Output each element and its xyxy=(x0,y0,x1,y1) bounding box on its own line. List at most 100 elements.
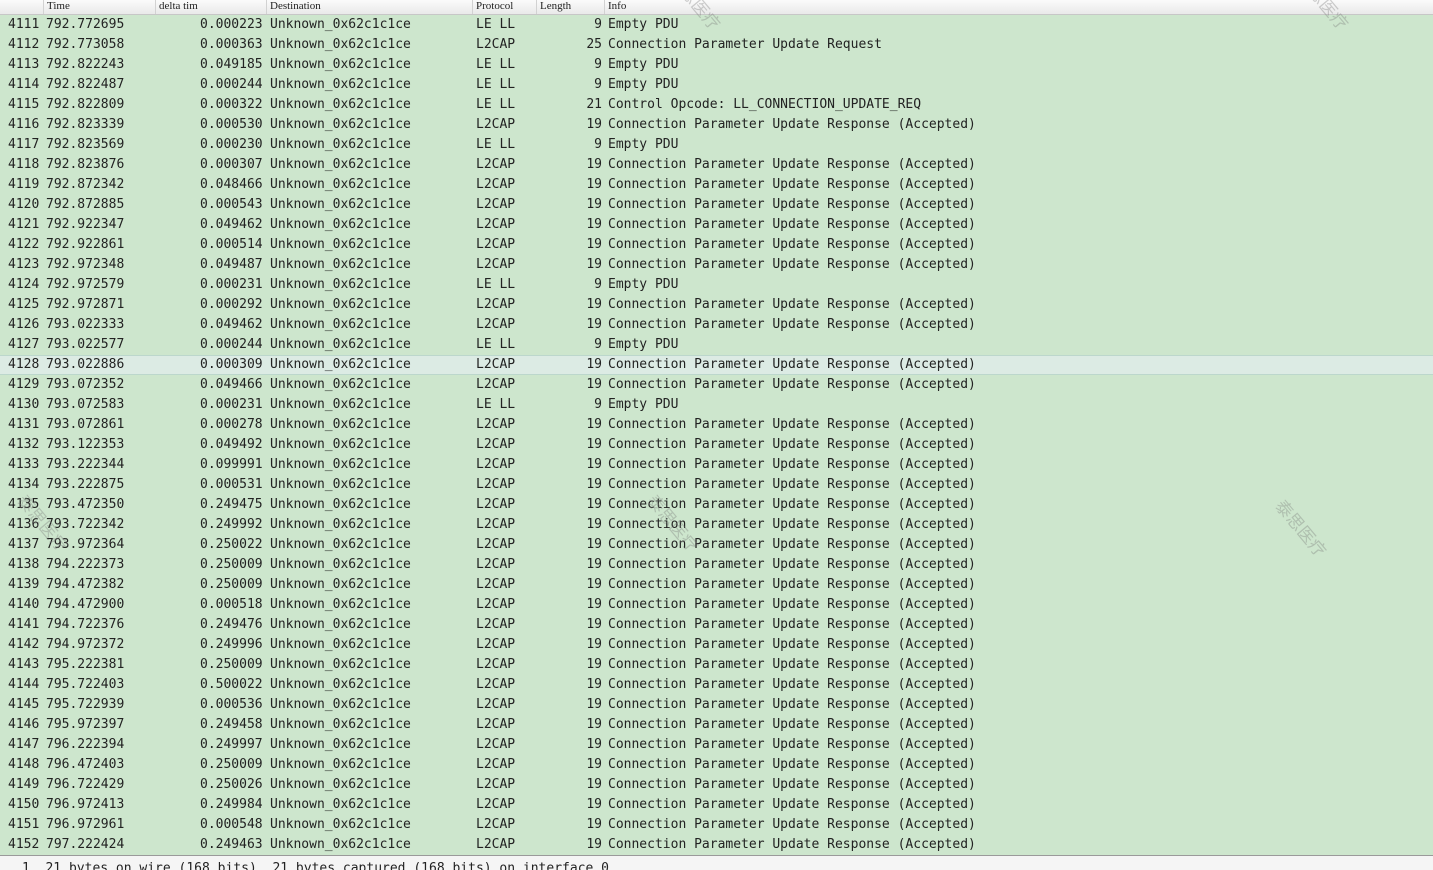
packet-delta-time: 0.249984 xyxy=(200,797,263,812)
column-header-protocol[interactable]: Protocol xyxy=(473,0,537,14)
packet-row[interactable]: 4135 793.472350 0.249475 Unknown_0x62c1c1ce… xyxy=(0,495,1433,515)
packet-row[interactable]: 4147 796.222394 0.249997 Unknown_0x62c1c1ce… xyxy=(0,735,1433,755)
packet-row[interactable]: 4120 792.872885 0.000543 Unknown_0x62c1c1ce… xyxy=(0,195,1433,215)
column-header-length[interactable]: Length xyxy=(537,0,605,14)
column-header-time[interactable]: Time xyxy=(44,0,156,14)
packet-length: 19 xyxy=(586,197,602,212)
column-header-delta-time[interactable]: delta tim xyxy=(156,0,267,14)
packet-row[interactable]: 4138 794.222373 0.250009 Unknown_0x62c1c1ce… xyxy=(0,555,1433,575)
packet-row[interactable]: 4136 793.722342 0.249992 Unknown_0x62c1c1ce… xyxy=(0,515,1433,535)
packet-number: 4140 xyxy=(8,597,40,612)
packet-row[interactable]: 4137 793.972364 0.250022 Unknown_0x62c1c1ce… xyxy=(0,535,1433,555)
packet-time: 793.222875 xyxy=(46,477,125,492)
packet-row[interactable]: 4122 792.922861 0.000514 Unknown_0x62c1c1ce… xyxy=(0,235,1433,255)
column-header-destination[interactable]: Destination xyxy=(267,0,473,14)
packet-delta-time: 0.099991 xyxy=(200,457,263,472)
packet-info: Connection Parameter Update Response (Ac… xyxy=(608,157,976,172)
packet-time: 796.222394 xyxy=(46,737,125,752)
packet-row[interactable]: 4113 792.822243 0.049185 Unknown_0x62c1c1ce… xyxy=(0,55,1433,75)
packet-row[interactable]: 4143 795.222381 0.250009 Unknown_0x62c1c1ce… xyxy=(0,655,1433,675)
packet-number: 4111 xyxy=(8,17,40,32)
packet-row[interactable]: 4140 794.472900 0.000518 Unknown_0x62c1c1ce… xyxy=(0,595,1433,615)
packet-row[interactable]: 4130 793.072583 0.000231 Unknown_0x62c1c1ce… xyxy=(0,395,1433,415)
packet-time: 796.472403 xyxy=(46,757,125,772)
packet-delta-time: 0.000514 xyxy=(200,237,263,252)
packet-length: 19 xyxy=(586,557,602,572)
packet-length: 19 xyxy=(586,697,602,712)
packet-protocol: LE LL xyxy=(476,57,516,72)
packet-row[interactable]: 4148 796.472403 0.250009 Unknown_0x62c1c1ce… xyxy=(0,755,1433,775)
packet-row[interactable]: 4126 793.022333 0.049462 Unknown_0x62c1c1ce… xyxy=(0,315,1433,335)
packet-destination: Unknown_0x62c1c1ce xyxy=(270,437,411,452)
packet-length: 19 xyxy=(586,657,602,672)
packet-row[interactable]: 4144 795.722403 0.500022 Unknown_0x62c1c1ce… xyxy=(0,675,1433,695)
packet-row[interactable]: 4121 792.922347 0.049462 Unknown_0x62c1c1ce… xyxy=(0,215,1433,235)
packet-row[interactable]: 4141 794.722376 0.249476 Unknown_0x62c1c1ce… xyxy=(0,615,1433,635)
packet-row[interactable]: 4118 792.823876 0.000307 Unknown_0x62c1c1ce… xyxy=(0,155,1433,175)
packet-length: 19 xyxy=(586,737,602,752)
packet-time: 793.722342 xyxy=(46,517,125,532)
packet-time: 794.472900 xyxy=(46,597,125,612)
packet-row[interactable]: 4128 793.022886 0.000309 Unknown_0x62c1c1ce… xyxy=(0,355,1433,375)
packet-row[interactable]: 4151 796.972961 0.000548 Unknown_0x62c1c1ce… xyxy=(0,815,1433,835)
packet-protocol: L2CAP xyxy=(476,37,516,52)
packet-destination: Unknown_0x62c1c1ce xyxy=(270,757,411,772)
packet-row[interactable]: 4134 793.222875 0.000531 Unknown_0x62c1c1ce… xyxy=(0,475,1433,495)
packet-time: 792.972348 xyxy=(46,257,125,272)
packet-length: 19 xyxy=(586,537,602,552)
packet-time: 794.472382 xyxy=(46,577,125,592)
packet-row[interactable]: 4133 793.222344 0.099991 Unknown_0x62c1c1ce… xyxy=(0,455,1433,475)
packet-info: Connection Parameter Update Response (Ac… xyxy=(608,237,976,252)
packet-row[interactable]: 4129 793.072352 0.049466 Unknown_0x62c1c1ce… xyxy=(0,375,1433,395)
packet-length: 19 xyxy=(586,317,602,332)
packet-delta-time: 0.250009 xyxy=(200,657,263,672)
column-header-info[interactable]: Info xyxy=(605,0,1433,14)
packet-info: Empty PDU xyxy=(608,337,679,352)
packet-row[interactable]: 4125 792.972871 0.000292 Unknown_0x62c1c1ce… xyxy=(0,295,1433,315)
packet-row[interactable]: 4152 797.222424 0.249463 Unknown_0x62c1c1ce… xyxy=(0,835,1433,855)
packet-delta-time: 0.250026 xyxy=(200,777,263,792)
packet-destination: Unknown_0x62c1c1ce xyxy=(270,377,411,392)
packet-protocol: L2CAP xyxy=(476,637,516,652)
packet-time: 793.022886 xyxy=(46,357,125,372)
packet-row[interactable]: 4117 792.823569 0.000230 Unknown_0x62c1c1ce… xyxy=(0,135,1433,155)
packet-row[interactable]: 4116 792.823339 0.000530 Unknown_0x62c1c1ce… xyxy=(0,115,1433,135)
packet-time: 795.722403 xyxy=(46,677,125,692)
packet-row[interactable]: 4119 792.872342 0.048466 Unknown_0x62c1c1ce… xyxy=(0,175,1433,195)
packet-number: 4124 xyxy=(8,277,40,292)
packet-row[interactable]: 4139 794.472382 0.250009 Unknown_0x62c1c1ce… xyxy=(0,575,1433,595)
packet-number: 4149 xyxy=(8,777,40,792)
packet-time: 792.922347 xyxy=(46,217,125,232)
packet-info: Connection Parameter Update Response (Ac… xyxy=(608,657,976,672)
packet-row[interactable]: 4150 796.972413 0.249984 Unknown_0x62c1c1ce… xyxy=(0,795,1433,815)
packet-row[interactable]: 4115 792.822809 0.000322 Unknown_0x62c1c1ce… xyxy=(0,95,1433,115)
packet-row[interactable]: 4111 792.772695 0.000223 Unknown_0x62c1c1ce… xyxy=(0,15,1433,35)
packet-row[interactable]: 4112 792.773058 0.000363 Unknown_0x62c1c1ce… xyxy=(0,35,1433,55)
packet-time: 792.972579 xyxy=(46,277,125,292)
packet-row[interactable]: 4146 795.972397 0.249458 Unknown_0x62c1c1ce… xyxy=(0,715,1433,735)
packet-row[interactable]: 4114 792.822487 0.000244 Unknown_0x62c1c1ce… xyxy=(0,75,1433,95)
packet-protocol: L2CAP xyxy=(476,617,516,632)
packet-destination: Unknown_0x62c1c1ce xyxy=(270,217,411,232)
packet-time: 792.823876 xyxy=(46,157,125,172)
packet-info: Connection Parameter Update Response (Ac… xyxy=(608,217,976,232)
packet-row[interactable]: 4127 793.022577 0.000244 Unknown_0x62c1c1ce… xyxy=(0,335,1433,355)
packet-row[interactable]: 4132 793.122353 0.049492 Unknown_0x62c1c1ce… xyxy=(0,435,1433,455)
packet-info: Connection Parameter Update Response (Ac… xyxy=(608,557,976,572)
packet-time: 793.072861 xyxy=(46,417,125,432)
column-header-no[interactable] xyxy=(0,0,44,14)
packet-info: Connection Parameter Update Response (Ac… xyxy=(608,477,976,492)
packet-row[interactable]: 4124 792.972579 0.000231 Unknown_0x62c1c1ce… xyxy=(0,275,1433,295)
packet-protocol: LE LL xyxy=(476,137,516,152)
packet-row[interactable]: 4131 793.072861 0.000278 Unknown_0x62c1c1ce… xyxy=(0,415,1433,435)
packet-row[interactable]: 4123 792.972348 0.049487 Unknown_0x62c1c1ce… xyxy=(0,255,1433,275)
packet-destination: Unknown_0x62c1c1ce xyxy=(270,237,411,252)
packet-row[interactable]: 4145 795.722939 0.000536 Unknown_0x62c1c1ce… xyxy=(0,695,1433,715)
packet-protocol: LE LL xyxy=(476,337,516,352)
packet-delta-time: 0.049185 xyxy=(200,57,263,72)
packet-destination: Unknown_0x62c1c1ce xyxy=(270,617,411,632)
packet-row[interactable]: 4149 796.722429 0.250026 Unknown_0x62c1c1ce… xyxy=(0,775,1433,795)
packet-length: 19 xyxy=(586,577,602,592)
packet-list[interactable]: 4111 792.772695 0.000223 Unknown_0x62c1c1ce… xyxy=(0,15,1433,855)
packet-row[interactable]: 4142 794.972372 0.249996 Unknown_0x62c1c1ce… xyxy=(0,635,1433,655)
